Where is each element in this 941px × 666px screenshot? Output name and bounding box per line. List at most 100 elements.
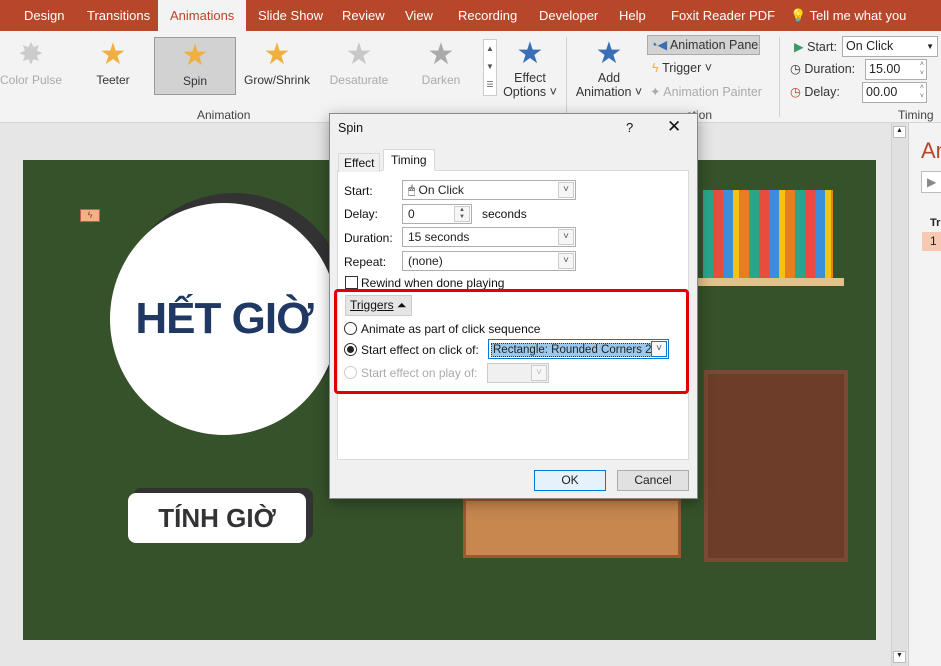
gallery-scroll[interactable]: ▲ ▼ ☰ — [483, 39, 497, 96]
delay-clock-icon: ◷ — [790, 85, 801, 99]
gallery-label: Darken — [421, 73, 461, 87]
start-value: On Click — [846, 39, 894, 53]
clock-icon: ◷ — [790, 62, 801, 76]
slide-title-circle[interactable]: HẾT GIỜ — [110, 203, 338, 435]
pane-title: An — [921, 138, 941, 163]
books — [703, 190, 833, 278]
scroll-down-icon[interactable]: ▼ — [893, 651, 906, 663]
play-of-combo[interactable]: ˅ — [487, 363, 549, 383]
tab-effect[interactable]: Effect — [338, 153, 381, 172]
gallery-desaturate[interactable]: ★ Desaturate — [318, 37, 400, 95]
tab-help[interactable]: Help — [607, 0, 658, 31]
delay-input[interactable]: 00.00 ˄ ˅ — [862, 82, 927, 103]
duration-combo[interactable]: 15 seconds ˅ — [402, 227, 576, 247]
pane-animation-item[interactable]: 1 — [922, 232, 941, 251]
trigger-lightning-icon[interactable]: ϟ — [80, 209, 100, 222]
chevron-down-icon: ˅ — [558, 229, 574, 245]
radio-start-on-play[interactable] — [344, 366, 357, 379]
duration-value: 15.00 — [869, 62, 901, 76]
duration-label-text: Duration: — [804, 62, 856, 76]
delay-label: ◷ Delay: — [790, 84, 840, 99]
star-icon: ★ — [345, 38, 373, 71]
delay-value: 00.00 — [866, 85, 898, 99]
gallery-teeter[interactable]: ★ Teeter — [72, 37, 154, 95]
add-animation-button[interactable]: ★ Add Animation ˅ — [574, 37, 644, 99]
vertical-scrollbar[interactable]: ▲ ▼ — [891, 123, 907, 666]
radio-start-on-click[interactable] — [344, 343, 357, 356]
duration-input[interactable]: 15.00 ˄ ˅ — [865, 59, 927, 80]
star-icon: ✸ — [18, 38, 44, 71]
gallery-spin[interactable]: ★ Spin — [154, 37, 236, 95]
bookshelf — [696, 278, 844, 286]
trigger-button[interactable]: ϟ Trigger ˅ — [652, 61, 712, 75]
chevron-down-icon: ˅ — [558, 182, 574, 198]
radio-start-on-click-label: Start effect on click of: — [361, 343, 479, 357]
start-timer-button[interactable]: TÍNH GIỜ — [128, 493, 306, 543]
star-icon: ★ — [99, 38, 127, 71]
triggers-label: Triggers — [350, 298, 394, 312]
tell-me-search[interactable]: 💡 Tell me what you want t — [778, 0, 941, 54]
gallery-label: Spin — [182, 74, 208, 88]
gallery-grow-shrink[interactable]: ★ Grow/Shrink — [236, 37, 318, 95]
effect-options-button[interactable]: ★ Effect Options ˅ — [502, 37, 558, 99]
cancel-button[interactable]: Cancel — [617, 470, 689, 491]
help-button[interactable]: ? — [626, 120, 633, 135]
duration-value: 15 seconds — [408, 230, 470, 244]
gallery-color-pulse[interactable]: ✸ Color Pulse — [0, 37, 72, 95]
tab-design[interactable]: Design — [12, 0, 76, 31]
dropdown-icon: ▼ — [926, 42, 934, 51]
start-label: Start: — [344, 184, 373, 198]
delay-input[interactable]: 0 ▲ ▼ — [402, 204, 472, 224]
delay-label-text: Delay: — [804, 85, 840, 99]
play-icon: ▶ — [794, 40, 804, 54]
radio-start-on-play-label: Start effect on play of: — [361, 366, 478, 380]
trigger-shape-combo[interactable]: Rectangle: Rounded Corners 2 ˅ — [488, 339, 669, 359]
rewind-label: Rewind when done playing — [361, 276, 505, 290]
duration-label: Duration: — [344, 231, 393, 245]
close-icon[interactable]: ✕ — [667, 117, 681, 137]
animation-pane-button[interactable]: ◔◀ Animation Pane — [647, 35, 760, 55]
star-icon: ★ — [181, 39, 209, 72]
animation-painter-label: Animation Painter — [663, 85, 762, 99]
scroll-up-icon[interactable]: ▲ — [893, 126, 906, 138]
trigger-shape-value: Rectangle: Rounded Corners 2 — [491, 343, 654, 357]
tab-slide-show[interactable]: Slide Show — [246, 0, 335, 31]
group-label-timing: Timing — [898, 108, 934, 122]
animation-painter-button[interactable]: ✦ Animation Painter — [650, 84, 762, 99]
tab-review[interactable]: Review — [330, 0, 397, 31]
effect-options-label: Effect — [514, 71, 546, 85]
chevron-down-icon: ˅ — [531, 365, 547, 381]
triggers-button[interactable]: Triggers ⏶ — [345, 295, 412, 316]
ok-button[interactable]: OK — [534, 470, 606, 491]
star-icon: ★ — [427, 38, 455, 71]
repeat-combo[interactable]: (none) ˅ — [402, 251, 576, 271]
tab-recording[interactable]: Recording — [446, 0, 529, 31]
gallery-darken[interactable]: ★ Darken — [400, 37, 482, 95]
animation-pane: An ▶ Tri 1 — [908, 123, 941, 666]
delay-label: Delay: — [344, 207, 379, 221]
tab-timing[interactable]: Timing — [383, 149, 435, 171]
play-button[interactable]: ▶ — [921, 171, 941, 193]
chevron-down-icon: ˅ — [558, 253, 574, 269]
effect-options-label2: Options — [503, 85, 547, 99]
tab-animations[interactable]: Animations — [158, 0, 247, 31]
star-icon: ★ — [516, 37, 544, 70]
tab-developer[interactable]: Developer — [527, 0, 610, 31]
start-select[interactable]: On Click ▼ — [842, 36, 938, 57]
spinner-icon: ˄ ˅ — [919, 61, 924, 77]
delay-value: 0 — [408, 207, 415, 221]
chevron-down-icon: ˅ — [651, 341, 667, 357]
animation-pane-label: Animation Pane — [669, 38, 759, 52]
star-icon: ★ — [263, 38, 291, 71]
start-combo[interactable]: 🖱 On Click ˅ — [402, 180, 576, 200]
radio-click-sequence[interactable] — [344, 322, 357, 335]
lightbulb-icon: 💡 — [790, 8, 807, 23]
spinner-icon: ˄ ˅ — [919, 84, 924, 100]
tab-transitions[interactable]: Transitions — [75, 0, 162, 31]
tab-foxit[interactable]: Foxit Reader PDF — [659, 0, 787, 31]
tab-view[interactable]: View — [393, 0, 445, 31]
spinner-icon[interactable]: ▲ ▼ — [454, 206, 470, 222]
rewind-checkbox[interactable] — [345, 276, 358, 289]
start-label-text: Start: — [807, 40, 837, 54]
add-animation-label2: Animation — [575, 85, 632, 99]
